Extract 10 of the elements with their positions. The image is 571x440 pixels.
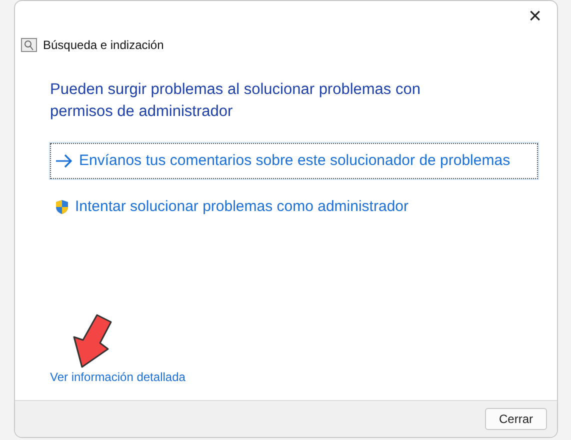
details-link[interactable]: Ver información detallada — [50, 368, 186, 386]
shield-icon — [55, 199, 69, 215]
arrow-right-icon — [55, 154, 73, 168]
command-link[interactable]: Envíanos tus comentarios sobre este solucionador de problemas — [50, 143, 538, 179]
search-window-icon — [21, 38, 37, 52]
dialog-heading: Pueden surgir problemas al solucionar problemas con permisos de administrador — [50, 80, 422, 122]
close-dialog-button[interactable]: Cerrar — [485, 408, 547, 430]
close-button[interactable]: × — [513, 1, 557, 31]
window-title: Búsqueda e indización — [43, 37, 164, 54]
command-link[interactable]: Intentar solucionar problemas como administrador — [50, 189, 538, 225]
